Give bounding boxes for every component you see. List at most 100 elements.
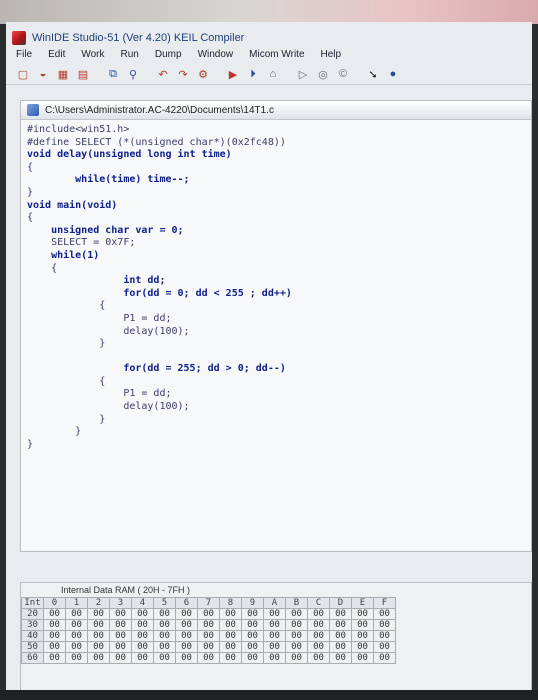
ram-cell[interactable]: 00 xyxy=(175,652,198,664)
ram-cell[interactable]: 00 xyxy=(87,619,110,631)
ram-cell[interactable]: 00 xyxy=(307,619,330,631)
stop-icon[interactable]: ▷ xyxy=(296,67,310,81)
ram-cell[interactable]: 00 xyxy=(373,630,396,642)
ram-cell[interactable]: 00 xyxy=(109,619,132,631)
ram-cell[interactable]: 00 xyxy=(329,641,352,653)
ram-cell[interactable]: 00 xyxy=(219,608,242,620)
menu-edit[interactable]: Edit xyxy=(48,49,65,63)
ram-cell[interactable]: 00 xyxy=(329,652,352,664)
ram-cell[interactable]: 00 xyxy=(373,652,396,664)
find-icon[interactable]: ⚲ xyxy=(126,67,140,81)
redo-icon[interactable]: ↷ xyxy=(176,67,190,81)
ram-cell[interactable]: 00 xyxy=(65,608,88,620)
ram-cell[interactable]: 00 xyxy=(219,619,242,631)
ram-cell[interactable]: 00 xyxy=(131,652,154,664)
ram-cell[interactable]: 00 xyxy=(241,641,264,653)
save-icon[interactable]: ▦ xyxy=(56,67,70,81)
ram-cell[interactable]: 00 xyxy=(263,641,286,653)
ram-cell[interactable]: 00 xyxy=(43,652,66,664)
new-file-icon[interactable]: ▢ xyxy=(16,67,30,81)
print-icon[interactable]: ▤ xyxy=(76,67,90,81)
ram-cell[interactable]: 00 xyxy=(197,608,220,620)
ram-cell[interactable]: 00 xyxy=(241,608,264,620)
ram-cell[interactable]: 00 xyxy=(219,652,242,664)
ram-cell[interactable]: 00 xyxy=(263,630,286,642)
menu-file[interactable]: File xyxy=(16,49,32,63)
ram-cell[interactable]: 00 xyxy=(87,608,110,620)
ram-cell[interactable]: 00 xyxy=(43,619,66,631)
ram-cell[interactable]: 00 xyxy=(351,608,374,620)
code-area[interactable]: #include<win51.h> #define SELECT (*(unsi… xyxy=(21,120,531,451)
ram-cell[interactable]: 00 xyxy=(285,641,308,653)
ram-cell[interactable]: 00 xyxy=(153,608,176,620)
ram-cell[interactable]: 00 xyxy=(175,630,198,642)
ram-cell[interactable]: 00 xyxy=(329,630,352,642)
step-icon[interactable]: ⏵ xyxy=(246,67,260,81)
ram-cell[interactable]: 00 xyxy=(329,608,352,620)
ram-cell[interactable]: 00 xyxy=(307,652,330,664)
ram-cell[interactable]: 00 xyxy=(109,652,132,664)
ram-cell[interactable]: 00 xyxy=(153,652,176,664)
build-icon[interactable]: ⚙ xyxy=(196,67,210,81)
ram-cell[interactable]: 00 xyxy=(307,608,330,620)
ram-cell[interactable]: 00 xyxy=(153,630,176,642)
menu-micom-write[interactable]: Micom Write xyxy=(249,49,304,63)
ram-cell[interactable]: 00 xyxy=(197,619,220,631)
record-icon[interactable]: ● xyxy=(386,67,400,81)
ram-cell[interactable]: 00 xyxy=(219,630,242,642)
ram-cell[interactable]: 00 xyxy=(65,652,88,664)
ram-cell[interactable]: 00 xyxy=(285,652,308,664)
ram-cell[interactable]: 00 xyxy=(351,619,374,631)
download-icon[interactable]: ⌂ xyxy=(266,67,280,81)
ram-cell[interactable]: 00 xyxy=(197,652,220,664)
ram-cell[interactable]: 00 xyxy=(263,619,286,631)
ram-cell[interactable]: 00 xyxy=(241,630,264,642)
ram-cell[interactable]: 00 xyxy=(43,630,66,642)
ram-cell[interactable]: 00 xyxy=(87,630,110,642)
ram-cell[interactable]: 00 xyxy=(43,641,66,653)
ram-cell[interactable]: 00 xyxy=(109,641,132,653)
ram-cell[interactable]: 00 xyxy=(87,641,110,653)
ram-cell[interactable]: 00 xyxy=(131,619,154,631)
ram-cell[interactable]: 00 xyxy=(263,652,286,664)
ram-cell[interactable]: 00 xyxy=(351,652,374,664)
ram-cell[interactable]: 00 xyxy=(131,608,154,620)
copy-icon[interactable]: ⧉ xyxy=(106,67,120,81)
ram-cell[interactable]: 00 xyxy=(153,619,176,631)
ram-cell[interactable]: 00 xyxy=(241,619,264,631)
ram-cell[interactable]: 00 xyxy=(65,619,88,631)
ram-cell[interactable]: 00 xyxy=(307,630,330,642)
menu-help[interactable]: Help xyxy=(321,49,342,63)
ram-cell[interactable]: 00 xyxy=(263,608,286,620)
ram-cell[interactable]: 00 xyxy=(219,641,242,653)
ram-cell[interactable]: 00 xyxy=(175,608,198,620)
menu-dump[interactable]: Dump xyxy=(155,49,182,63)
ram-cell[interactable]: 00 xyxy=(87,652,110,664)
ram-cell[interactable]: 00 xyxy=(285,630,308,642)
ram-cell[interactable]: 00 xyxy=(307,641,330,653)
ram-cell[interactable]: 00 xyxy=(43,608,66,620)
menu-run[interactable]: Run xyxy=(121,49,139,63)
ram-cell[interactable]: 00 xyxy=(65,641,88,653)
ram-cell[interactable]: 00 xyxy=(197,630,220,642)
ram-cell[interactable]: 00 xyxy=(175,641,198,653)
ram-cell[interactable]: 00 xyxy=(153,641,176,653)
code-editor-window[interactable]: C:\Users\Administrator.AC-4220\Documents… xyxy=(20,100,532,552)
run-icon[interactable]: ▶ xyxy=(226,67,240,81)
arrow-icon[interactable]: ➘ xyxy=(366,67,380,81)
menu-work[interactable]: Work xyxy=(81,49,104,63)
ram-cell[interactable]: 00 xyxy=(131,641,154,653)
ram-cell[interactable]: 00 xyxy=(373,608,396,620)
ram-cell[interactable]: 00 xyxy=(285,619,308,631)
reset-icon[interactable]: © xyxy=(336,67,350,81)
ram-cell[interactable]: 00 xyxy=(197,641,220,653)
menu-window[interactable]: Window xyxy=(198,49,234,63)
undo-icon[interactable]: ↶ xyxy=(156,67,170,81)
ram-cell[interactable]: 00 xyxy=(373,641,396,653)
ram-cell[interactable]: 00 xyxy=(351,641,374,653)
ram-cell[interactable]: 00 xyxy=(109,630,132,642)
ram-cell[interactable]: 00 xyxy=(351,630,374,642)
ram-cell[interactable]: 00 xyxy=(285,608,308,620)
ram-cell[interactable]: 00 xyxy=(65,630,88,642)
ram-cell[interactable]: 00 xyxy=(329,619,352,631)
